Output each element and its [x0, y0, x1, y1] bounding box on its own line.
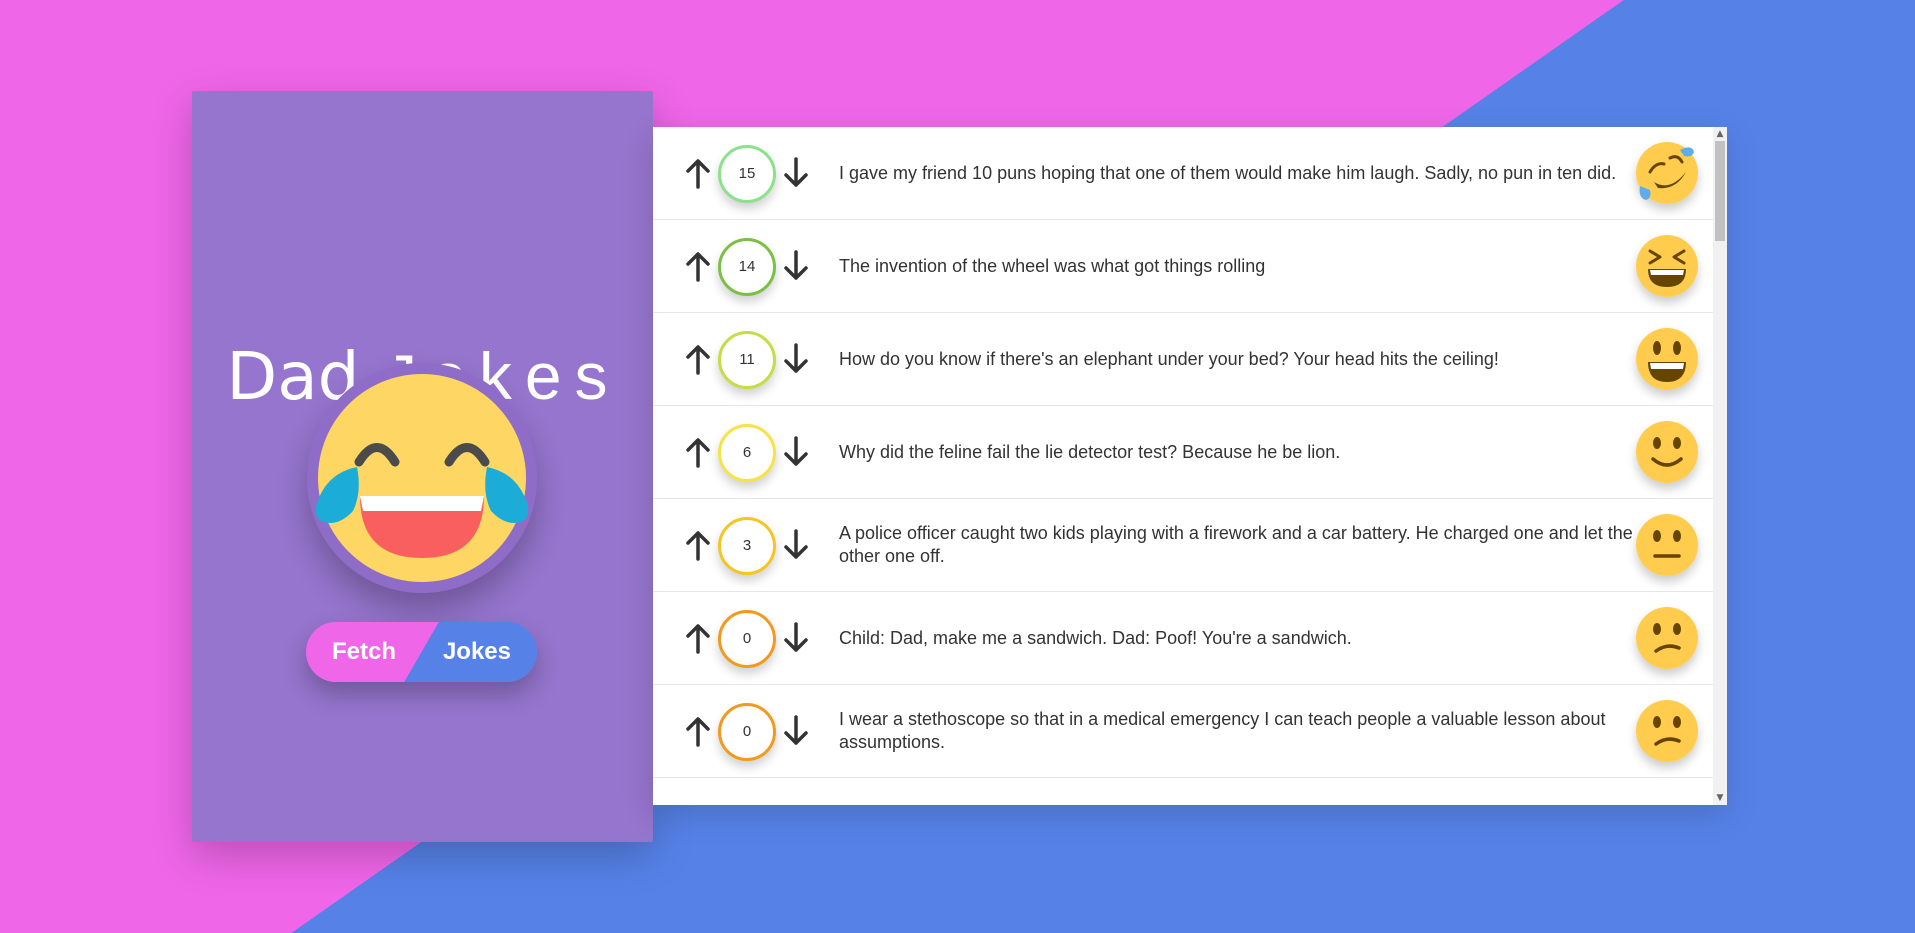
- grinning-face-icon: [1636, 328, 1698, 390]
- upvote-arrow-icon[interactable]: [683, 527, 713, 563]
- joke-text: A police officer caught two kids playing…: [839, 523, 1633, 566]
- fetch-jokes-button[interactable]: Fetch Jokes: [306, 622, 537, 682]
- confused-face-icon: [1636, 700, 1698, 762]
- downvote-arrow-icon[interactable]: [781, 713, 811, 749]
- slightly-smiling-icon: [1636, 421, 1698, 483]
- tears-of-joy-icon: [307, 363, 537, 593]
- jokes-panel: 15 I gave my friend 10 puns hoping that …: [653, 127, 1727, 805]
- jokes-list: 15 I gave my friend 10 puns hoping that …: [653, 127, 1713, 805]
- downvote-arrow-icon[interactable]: [781, 155, 811, 191]
- downvote-arrow-icon[interactable]: [781, 248, 811, 284]
- downvote-arrow-icon[interactable]: [781, 620, 811, 656]
- scroll-thumb[interactable]: [1715, 141, 1725, 241]
- upvote-arrow-icon[interactable]: [683, 341, 713, 377]
- joke-item: 0 Child: Dad, make me a sandwich. Dad: P…: [653, 592, 1713, 685]
- scrollbar[interactable]: ▲ ▼: [1713, 127, 1727, 805]
- vote-count: 15: [718, 145, 776, 203]
- vote-count: 11: [718, 331, 776, 389]
- downvote-arrow-icon[interactable]: [781, 341, 811, 377]
- rolling-on-floor-laughing-icon: [1636, 142, 1698, 204]
- vote-count: 3: [718, 517, 776, 575]
- joke-item: 11 How do you know if there's an elephan…: [653, 313, 1713, 406]
- upvote-arrow-icon[interactable]: [683, 713, 713, 749]
- upvote-arrow-icon[interactable]: [683, 248, 713, 284]
- joke-text: How do you know if there's an elephant u…: [839, 348, 1499, 369]
- joke-item: 14 The invention of the wheel was what g…: [653, 220, 1713, 313]
- scroll-up-icon[interactable]: ▲: [1713, 127, 1727, 141]
- jokes-label: Jokes: [442, 638, 511, 665]
- downvote-arrow-icon[interactable]: [781, 527, 811, 563]
- upvote-arrow-icon[interactable]: [683, 620, 713, 656]
- fetch-label: Fetch: [332, 638, 397, 665]
- joke-text: I wear a stethoscope so that in a medica…: [839, 709, 1606, 752]
- joke-text: The invention of the wheel was what got …: [839, 255, 1266, 276]
- upvote-arrow-icon[interactable]: [683, 434, 713, 470]
- joke-item: 0 I wear a stethoscope so that in a medi…: [653, 685, 1713, 778]
- downvote-arrow-icon[interactable]: [781, 434, 811, 470]
- scroll-down-icon[interactable]: ▼: [1713, 791, 1727, 805]
- joke-item: 15 I gave my friend 10 puns hoping that …: [653, 127, 1713, 220]
- upvote-arrow-icon[interactable]: [683, 155, 713, 191]
- vote-count: 0: [718, 703, 776, 761]
- neutral-face-icon: [1636, 514, 1698, 576]
- vote-count: 0: [718, 610, 776, 668]
- confused-face-icon: [1636, 607, 1698, 669]
- joke-text: Why did the feline fail the lie detector…: [839, 441, 1341, 462]
- joke-item: 6 Why did the feline fail the lie detect…: [653, 406, 1713, 499]
- grinning-squinting-icon: [1636, 235, 1698, 297]
- joke-text: I gave my friend 10 puns hoping that one…: [839, 162, 1617, 183]
- vote-count: 6: [718, 424, 776, 482]
- joke-text: Child: Dad, make me a sandwich. Dad: Poo…: [839, 627, 1352, 648]
- joke-item: 3 A police officer caught two kids playi…: [653, 499, 1713, 592]
- vote-count: 14: [718, 238, 776, 296]
- sidebar: Dad Jokes Fetch Jokes: [192, 91, 653, 842]
